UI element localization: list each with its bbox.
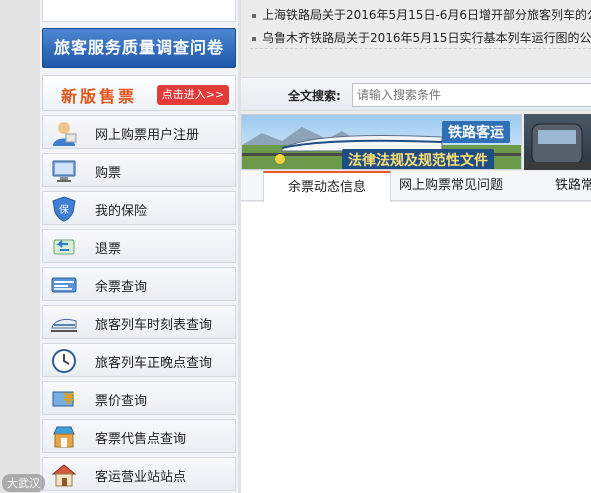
banner-subtitle: 法律法规及规范性文件: [342, 149, 494, 169]
enter-button[interactable]: 点击进入>>: [157, 85, 229, 105]
sidebar-item-insurance[interactable]: 保 我的保险: [42, 191, 236, 225]
news-link[interactable]: 乌鲁木齐铁路局关于2016年5月15日实行基本列车运行图的公告: [262, 31, 591, 45]
train-front-image: [524, 123, 591, 170]
survey-banner-button[interactable]: 旅客服务质量调查问卷: [42, 28, 236, 68]
ticket-list-icon: [51, 277, 77, 293]
search-bar: 全文搜索:: [241, 77, 591, 111]
top-box: [42, 0, 236, 22]
new-ticket-title: 新版售票: [61, 87, 138, 106]
svg-text:保: 保: [59, 203, 69, 216]
refund-arrow-icon: [53, 239, 75, 255]
tab-remaining-tickets-info[interactable]: 余票动态信息: [263, 171, 391, 202]
sidebar-item-label: 我的保险: [95, 204, 148, 219]
sidebar-item-label: 客运营业站站点: [95, 470, 187, 485]
banner-title: 铁路客运: [442, 121, 510, 143]
sidebar-item-register[interactable]: 网上购票用户注册: [42, 115, 236, 149]
left-margin: [0, 0, 40, 493]
sidebar-item-label: 票价查询: [95, 394, 148, 409]
station-house-icon: [51, 464, 77, 487]
sidebar-item-refund[interactable]: 退票: [42, 229, 236, 263]
train-icon: [51, 318, 77, 332]
clock-icon: [52, 349, 76, 373]
sidebar-item-buy[interactable]: 购票: [42, 153, 236, 187]
sidebar-item-label: 网上购票用户注册: [95, 128, 200, 143]
divider: [250, 48, 591, 49]
user-register-icon: [53, 122, 77, 146]
sidebar-item-timetable[interactable]: 旅客列车时刻表查询: [42, 305, 236, 339]
sidebar-item-label: 余票查询: [95, 280, 148, 295]
sidebar-item-label: 购票: [95, 166, 122, 181]
tab-railway-more[interactable]: 铁路常: [555, 171, 591, 201]
law-banner[interactable]: 铁路客运 法律法规及规范性文件: [241, 114, 522, 170]
info-tabs: 余票动态信息 网上购票常见问题 铁路常: [241, 171, 591, 202]
news-item[interactable]: 乌鲁木齐铁路局关于2016年5月15日实行基本列车运行图的公告: [252, 28, 591, 48]
news-item[interactable]: 上海铁路局关于2016年5月15日-6月6日增开部分旅客列车的公告: [252, 5, 591, 25]
tab-online-faq[interactable]: 网上购票常见问题: [399, 171, 503, 201]
next-banner[interactable]: [524, 114, 591, 170]
shield-icon: 保: [52, 196, 76, 222]
shop-icon: [53, 426, 75, 448]
sidebar-item-remaining-tickets[interactable]: 余票查询: [42, 267, 236, 301]
search-input[interactable]: [352, 83, 591, 107]
sidebar-item-label: 客票代售点查询: [95, 432, 187, 447]
sidebar-item-fare[interactable]: ¥ 票价查询: [42, 381, 236, 415]
yen-price-icon: ¥: [52, 389, 75, 408]
sidebar-item-agency[interactable]: 客票代售点查询: [42, 419, 236, 453]
search-label: 全文搜索:: [288, 89, 341, 103]
sidebar-item-label: 退票: [95, 242, 122, 257]
new-ticket-banner[interactable]: 新版售票 点击进入>>: [42, 75, 236, 111]
monitor-icon: [52, 160, 76, 182]
news-link[interactable]: 上海铁路局关于2016年5月15日-6月6日增开部分旅客列车的公告: [262, 8, 591, 22]
bullet-icon: [252, 36, 256, 41]
sidebar-item-stations[interactable]: 客运营业站站点: [42, 457, 236, 491]
sidebar-item-delay[interactable]: 旅客列车正晚点查询: [42, 343, 236, 377]
sidebar-item-label: 旅客列车正晚点查询: [95, 356, 213, 371]
sidebar-item-label: 旅客列车时刻表查询: [95, 318, 213, 333]
watermark-logo: 大武汉: [2, 474, 45, 492]
tab-content-area: [241, 202, 591, 493]
bullet-icon: [252, 13, 256, 18]
svg-text:¥: ¥: [63, 389, 74, 408]
